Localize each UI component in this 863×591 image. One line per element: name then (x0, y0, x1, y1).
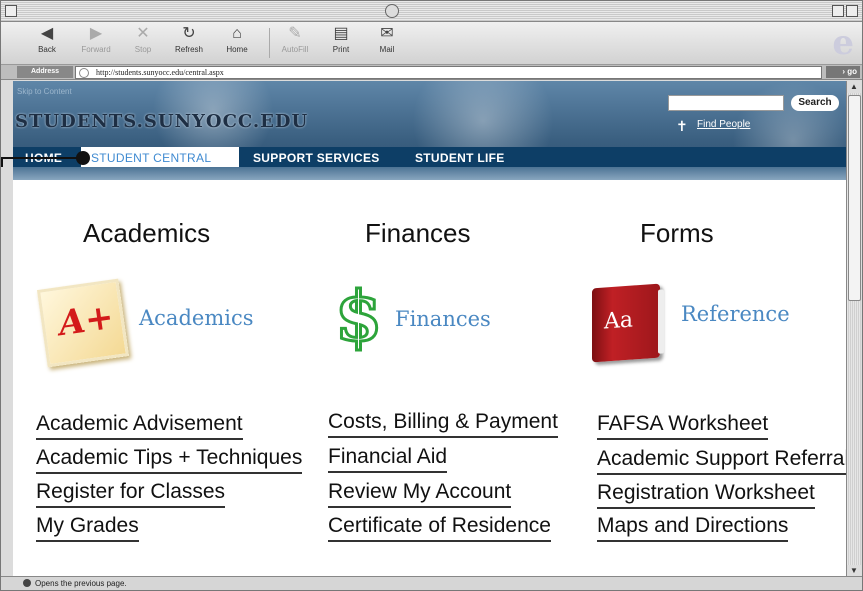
nav-student-central[interactable]: STUDENT CENTRAL (81, 147, 239, 167)
page-icon (79, 68, 89, 78)
url-text: http://students.sunyocc.edu/central.aspx (96, 68, 224, 77)
grade-a-plus-icon[interactable]: A+ (36, 278, 130, 368)
forward-arrow-icon: ▶ (89, 25, 103, 42)
autofill-button[interactable]: ✎ AutoFill (269, 25, 321, 54)
address-label: Address (17, 66, 73, 78)
callout-line (1, 157, 81, 159)
link-registration-worksheet[interactable]: Registration Worksheet (597, 481, 815, 509)
refresh-button[interactable]: ↻ Refresh (163, 25, 215, 54)
link-academic-support-referral[interactable]: Academic Support Referral (597, 447, 847, 475)
link-academic-advisement[interactable]: Academic Advisement (36, 412, 243, 440)
printer-icon: ▤ (333, 25, 349, 42)
reference-feature-link[interactable]: Reference (681, 302, 790, 326)
link-costs-billing[interactable]: Costs, Billing & Payment (328, 410, 558, 438)
browser-window: ◀ Back ▶ Forward ✕ Stop ↻ Refresh ⌂ Home ✎ Aut… (0, 0, 863, 591)
person-icon: ✝ (676, 118, 688, 134)
link-financial-aid[interactable]: Financial Aid (328, 445, 448, 473)
refresh-icon: ↻ (182, 25, 196, 42)
link-fafsa-worksheet[interactable]: FAFSA Worksheet (597, 412, 769, 440)
mail-icon: ✉ (380, 25, 394, 42)
site-name: STUDENTS.SUNYOCC.EDU (15, 111, 309, 132)
academics-feature-link[interactable]: Academics (139, 306, 254, 330)
mail-button[interactable]: ✉ Mail (361, 25, 413, 54)
link-register-classes[interactable]: Register for Classes (36, 480, 226, 508)
link-review-account[interactable]: Review My Account (328, 480, 512, 508)
vertical-scrollbar[interactable]: ▲ ▼ (846, 81, 861, 577)
scroll-up-arrow-icon[interactable]: ▲ (847, 81, 861, 93)
nav-student-life[interactable]: STUDENT LIFE (405, 147, 515, 167)
stop-button[interactable]: ✕ Stop (117, 25, 169, 54)
title-bar (1, 1, 862, 22)
back-button[interactable]: ◀ Back (21, 25, 73, 54)
back-arrow-icon: ◀ (40, 25, 54, 42)
address-bar: Address http://students.sunyocc.edu/cent… (1, 65, 862, 80)
book-pages (658, 289, 664, 354)
finances-heading: Finances (365, 218, 471, 248)
window-shade-box[interactable] (846, 5, 858, 17)
go-button[interactable]: › go (826, 66, 860, 78)
nav-support-services[interactable]: SUPPORT SERVICES (243, 147, 390, 167)
link-maps-directions[interactable]: Maps and Directions (597, 514, 789, 542)
page-content: Skip to Content STUDENTS.SUNYOCC.EDU Sea… (13, 81, 847, 577)
print-button[interactable]: ▤ Print (315, 25, 367, 54)
forward-button[interactable]: ▶ Forward (70, 25, 122, 54)
callout-dot (76, 151, 90, 165)
status-text: Opens the previous page. (35, 579, 127, 588)
status-globe-icon (23, 579, 31, 587)
autofill-icon: ✎ (288, 25, 302, 42)
search-button[interactable]: Search (791, 95, 839, 111)
academics-heading: Academics (83, 218, 211, 248)
status-bar: Opens the previous page. (1, 576, 862, 590)
scrollbar-thumb[interactable] (848, 95, 861, 301)
finances-feature-link[interactable]: Finances (395, 307, 491, 331)
main-nav: HOME STUDENT CENTRAL SUPPORT SERVICES ST… (13, 147, 847, 167)
nav-underlay (13, 167, 847, 180)
browser-toolbar: ◀ Back ▶ Forward ✕ Stop ↻ Refresh ⌂ Home ✎ Aut… (1, 22, 862, 65)
forms-heading: Forms (640, 218, 714, 248)
collapse-icon[interactable] (385, 4, 399, 18)
skip-to-content-link[interactable]: Skip to Content (17, 87, 72, 96)
stop-icon: ✕ (136, 25, 150, 42)
home-icon: ⌂ (232, 25, 242, 42)
callout-line-vertical (1, 157, 3, 167)
browser-logo-icon: e (832, 23, 854, 63)
find-people-link[interactable]: Find People (697, 119, 750, 130)
dictionary-book-icon[interactable]: Aa (592, 283, 664, 363)
dollar-sign-icon[interactable]: $ (333, 278, 383, 357)
home-button[interactable]: ⌂ Home (211, 25, 263, 54)
link-certificate-residence[interactable]: Certificate of Residence (328, 514, 551, 542)
close-box[interactable] (5, 5, 17, 17)
zoom-box[interactable] (832, 5, 844, 17)
link-academic-tips[interactable]: Academic Tips + Techniques (36, 446, 303, 474)
url-field[interactable]: http://students.sunyocc.edu/central.aspx (75, 66, 822, 79)
site-search-input[interactable] (668, 95, 784, 111)
link-my-grades[interactable]: My Grades (36, 514, 139, 542)
